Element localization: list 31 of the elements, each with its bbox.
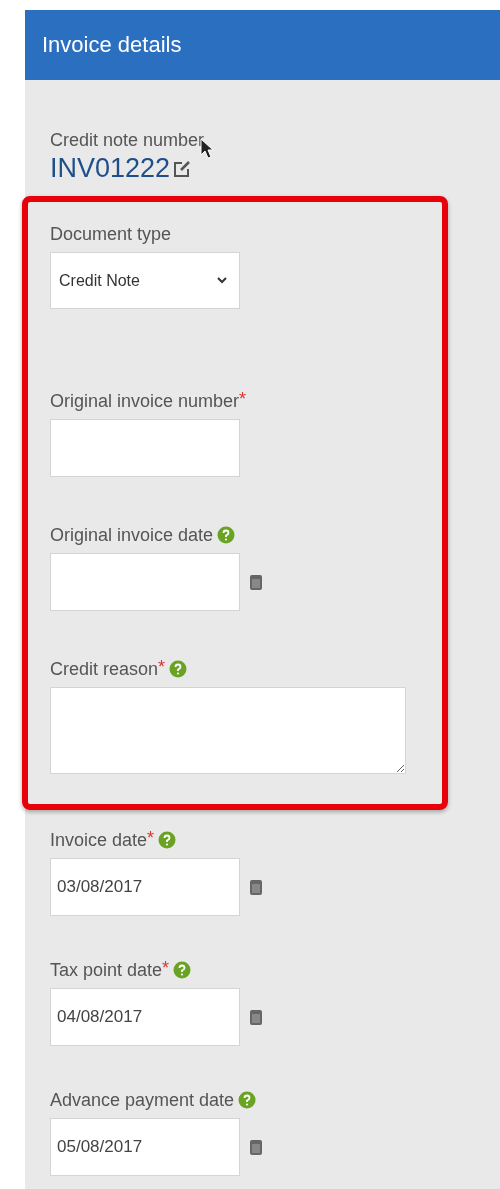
- input-field[interactable]: [50, 419, 240, 477]
- calendar-icon[interactable]: [250, 1009, 262, 1025]
- field-label: Document type: [50, 223, 172, 245]
- input-field[interactable]: [50, 553, 240, 611]
- date-field[interactable]: 04/08/2017: [50, 988, 240, 1046]
- required-mark: *: [239, 389, 247, 410]
- field-label: Tax point date: [50, 959, 163, 981]
- field-label: Original invoice number: [50, 390, 240, 412]
- panel-title: Invoice details: [42, 32, 182, 58]
- field-label: Invoice date: [50, 829, 148, 851]
- caret-icon: [217, 277, 227, 284]
- help-icon[interactable]: [173, 961, 192, 979]
- help-icon[interactable]: [238, 1091, 257, 1109]
- help-icon[interactable]: [217, 526, 236, 544]
- edit-icon[interactable]: [173, 159, 192, 178]
- required-mark: *: [162, 958, 170, 979]
- field-label: Advance payment date: [50, 1089, 235, 1111]
- date-field[interactable]: 05/08/2017: [50, 1118, 240, 1176]
- help-icon[interactable]: [169, 660, 188, 678]
- credit-note-number: INV01222: [50, 153, 171, 184]
- field-label: Credit reason: [50, 658, 159, 680]
- calendar-icon[interactable]: [250, 879, 262, 895]
- calendar-icon[interactable]: [250, 1139, 262, 1155]
- required-mark: *: [147, 828, 155, 849]
- field-label: Original invoice date: [50, 524, 214, 546]
- document-type-select[interactable]: Credit Note: [50, 252, 240, 309]
- required-mark: *: [158, 657, 166, 678]
- field-label: Credit note number: [50, 130, 205, 150]
- help-icon[interactable]: [158, 831, 177, 849]
- calendar-icon[interactable]: [250, 574, 262, 590]
- date-field[interactable]: 03/08/2017: [50, 858, 240, 916]
